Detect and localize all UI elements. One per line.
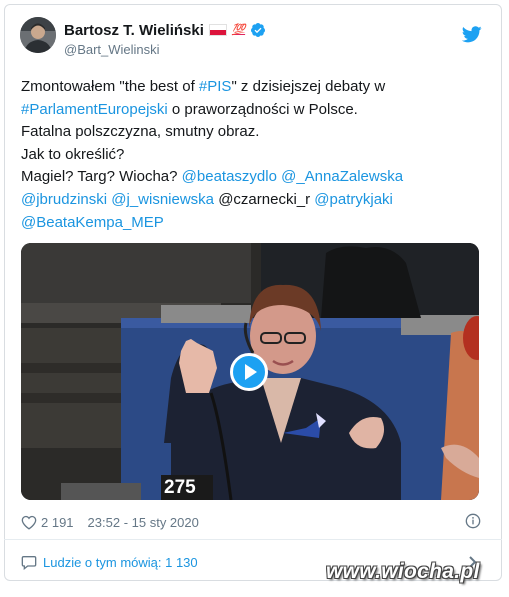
tweet-line: Fatalna polszczyzna, smutny obraz. <box>21 121 481 144</box>
like-count[interactable]: 2 191 <box>41 515 74 530</box>
tweet-line: Magiel? Targ? Wiocha? @beataszydlo @_Ann… <box>21 166 481 189</box>
tweet-text-segment: Fatalna polszczyzna, smutny obraz. <box>21 123 260 141</box>
tweet-meta: 2 191 23:52 - 15 sty 2020 <box>21 512 199 532</box>
divider <box>4 539 502 540</box>
watermark: www.wiocha.pl <box>326 560 480 583</box>
mention-link[interactable]: @_AnnaZalewska <box>281 168 403 185</box>
play-button[interactable] <box>230 353 268 391</box>
tweet-line: Jak to określić? <box>21 144 481 167</box>
tweet-text-segment: Magiel? Targ? Wiocha? <box>21 168 182 186</box>
people-talking-label[interactable]: Ludzie o tym mówią: 1 130 <box>43 555 198 570</box>
tweet-text-segment: @czarnecki_r <box>214 190 315 208</box>
hashtag-link[interactable]: #ParlamentEuropejski <box>21 101 168 118</box>
mention-link[interactable]: @jbrudzinski <box>21 191 107 208</box>
author-handle[interactable]: @Bart_Wielinski <box>64 42 160 57</box>
tweet-text-segment: o praworządności w Polsce. <box>167 100 358 118</box>
mention-link[interactable]: @j_wisniewska <box>111 191 214 208</box>
tweet-line: #ParlamentEuropejski o praworządności w … <box>21 99 481 122</box>
heart-icon[interactable] <box>21 515 37 530</box>
tweet-text-segment: " z dzisiejszej debaty w <box>231 78 386 95</box>
tweet-line: @BeataKempa_MEP <box>21 212 481 235</box>
hundred-points-icon: 💯 <box>231 23 246 36</box>
twitter-bird-icon[interactable] <box>462 26 482 43</box>
mention-link[interactable]: @beataszydlo <box>182 168 277 185</box>
author-name-row[interactable]: Bartosz T. Wieliński 💯 <box>64 21 266 39</box>
poland-flag-icon <box>208 24 227 36</box>
hashtag-link[interactable]: #PIS <box>199 78 232 95</box>
tweet-text: Zmontowałem "the best of #PIS" z dzisiej… <box>21 76 481 234</box>
play-icon <box>244 364 257 380</box>
author-name[interactable]: Bartosz T. Wieliński <box>64 22 204 39</box>
verified-icon <box>251 23 266 37</box>
tweet-line: @jbrudzinski @j_wisniewska @czarnecki_r … <box>21 189 481 212</box>
seat-number: 275 <box>164 477 196 498</box>
people-icon <box>21 556 37 570</box>
tweet-text-segment: Zmontowałem "the best of <box>21 78 199 95</box>
tweet-text-segment: Jak to określić? <box>21 145 125 163</box>
avatar[interactable] <box>20 17 56 53</box>
mention-link[interactable]: @BeataKempa_MEP <box>21 214 164 231</box>
tweet-line: Zmontowałem "the best of #PIS" z dzisiej… <box>21 76 481 99</box>
mention-link[interactable]: @patrykjaki <box>314 191 393 208</box>
people-talking-link[interactable]: Ludzie o tym mówią: 1 130 <box>21 553 198 571</box>
info-icon[interactable] <box>465 513 481 529</box>
tweet-timestamp[interactable]: 23:52 - 15 sty 2020 <box>88 515 199 530</box>
